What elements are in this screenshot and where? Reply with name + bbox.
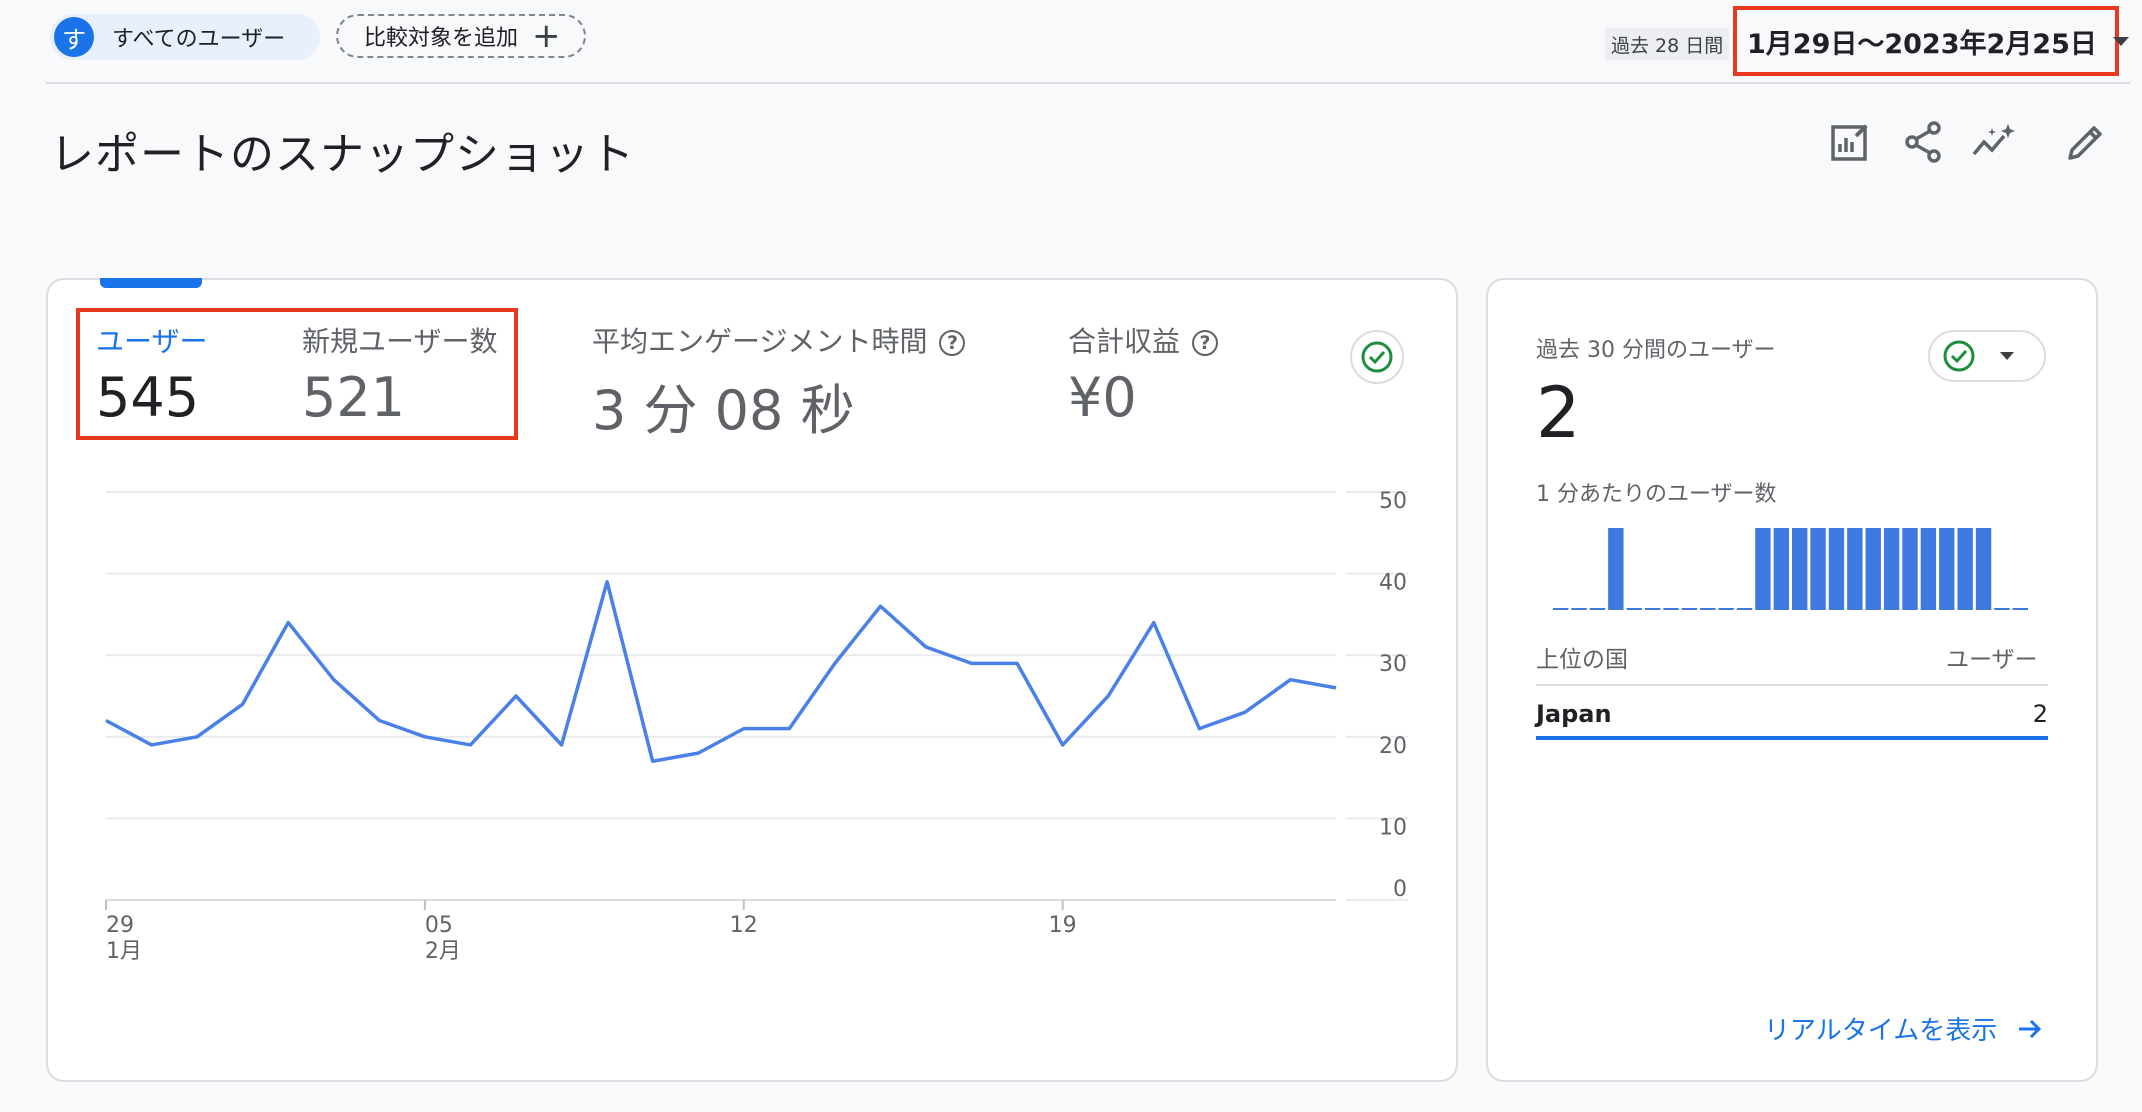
minute-bar <box>1810 528 1826 610</box>
country-bar <box>1536 736 2048 740</box>
view-realtime-link[interactable]: リアルタイムを表示 <box>1764 1010 2045 1047</box>
table-divider <box>1536 684 2048 686</box>
minute-bar-empty <box>1736 608 1753 610</box>
minute-bar <box>1883 528 1900 610</box>
minute-bar-empty <box>1718 608 1734 610</box>
table-row[interactable]: Japan 2 <box>1536 700 2048 728</box>
country-name: Japan <box>1536 700 1612 728</box>
view-realtime-label: リアルタイムを表示 <box>1764 1016 1998 1046</box>
minute-bar <box>1939 528 1955 610</box>
minute-bar-empty <box>1663 608 1679 610</box>
minute-bar <box>1920 528 1937 610</box>
minute-bar-empty <box>1681 608 1698 610</box>
minute-bar-empty <box>1589 608 1606 610</box>
minute-bar <box>1608 528 1624 610</box>
country-users: 2 <box>2032 700 2048 728</box>
minute-bar <box>1902 528 1918 610</box>
minute-bar-empty <box>1994 608 2010 610</box>
minute-bar <box>1865 528 1881 610</box>
minute-bar <box>1957 528 1973 610</box>
minute-bar-empty <box>1700 608 1716 610</box>
minute-bar <box>1847 528 1863 610</box>
minute-bar-empty <box>1553 608 1569 610</box>
minute-bar-empty <box>1644 608 1661 610</box>
minute-bar <box>1828 528 1845 610</box>
minute-bar <box>1755 528 1771 610</box>
minute-bar-empty <box>1626 608 1642 610</box>
minute-bar-empty <box>2012 608 2028 610</box>
users-header: ユーザー <box>1946 647 2038 673</box>
minute-bar <box>1773 528 1789 610</box>
minute-bar <box>1975 528 1992 610</box>
minute-bar-empty <box>1571 608 1587 610</box>
per-minute-bar-chart <box>1553 528 2028 610</box>
top-country-header: 上位の国 <box>1536 647 1628 673</box>
minute-bar <box>1792 528 1808 610</box>
arrow-right-icon <box>2019 1019 2042 1038</box>
